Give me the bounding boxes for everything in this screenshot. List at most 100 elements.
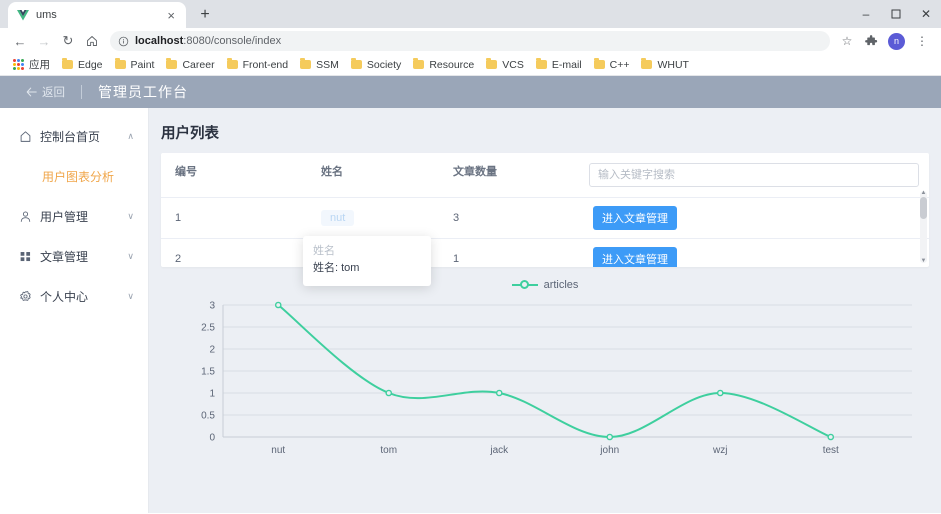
close-window-icon[interactable]: ✕ [911,0,941,28]
bookmarks-bar: 应用 Edge Paint Career Front-end SSM Socie… [0,54,941,76]
bookmark-resource[interactable]: Resource [408,57,479,73]
sidebar-item-label: 控制台首页 [40,129,101,144]
window-controls: – ✕ [851,0,941,28]
sidebar-item-label: 个人中心 [40,289,89,304]
cell-name: nut [307,197,439,239]
legend-marker-icon [511,280,538,290]
bookmark-label: Paint [130,58,155,71]
bookmark-apps[interactable]: 应用 [8,55,55,74]
main-content: 用户列表 编号 姓名 文章数量 输入关键字搜索 1 nut 3 进入文章管理 2… [148,108,941,513]
browser-tab[interactable]: ums × [8,2,186,28]
minimize-window-icon[interactable]: – [851,0,881,28]
chart-legend[interactable]: articles [161,275,929,295]
chart-point [495,389,503,397]
folder-icon [114,58,126,69]
chart-point [827,433,835,441]
folder-icon [62,58,73,69]
extensions-puzzle-icon[interactable] [860,30,882,52]
arrow-left-icon [26,87,37,97]
chart-tooltip: 姓名 姓名: tom [303,236,431,286]
folder-icon [593,58,605,69]
tab-strip: ums × + – ✕ [0,0,941,28]
page-title: 管理员工作台 [98,84,188,100]
home-icon [18,129,32,143]
sidebar-item-user-management[interactable]: 用户管理 ∨ [0,196,148,236]
bookmark-front-end[interactable]: Front-end [222,57,294,73]
bookmark-vcs[interactable]: VCS [481,57,529,73]
info-circle-icon [118,36,129,47]
bookmark-ssm[interactable]: SSM [295,57,344,73]
bookmark-society[interactable]: Society [346,57,406,73]
user-icon [18,209,32,223]
new-tab-button[interactable]: + [192,2,218,28]
close-tab-icon[interactable]: × [164,9,178,22]
sidebar-item-user-chart-analysis[interactable]: 用户图表分析 [0,156,148,196]
table-scrollbar[interactable]: ▲ ▼ [920,190,927,264]
profile-avatar[interactable]: n [888,32,905,50]
scroll-up-icon[interactable]: ▲ [920,190,927,196]
chart-point [385,389,393,397]
reload-icon[interactable]: ↻ [56,29,80,53]
bookmark-cpp[interactable]: C++ [589,57,635,73]
bookmark-label: Edge [78,58,103,71]
bookmark-label: Career [182,58,215,71]
tooltip-value: 姓名: tom [313,261,360,274]
folder-icon [486,58,498,69]
legend-label: articles [543,279,579,291]
browser-window: ums × + – ✕ ← → ↻ localhost :8080/consol… [0,0,941,514]
column-header-name[interactable]: 姓名 [307,153,439,198]
vue-logo-icon [16,9,29,22]
chart-svg: 0 0.5 1 1.5 2 2.5 3 nut tom jack john wzj test [201,301,912,456]
svg-text:0: 0 [209,433,215,444]
scroll-down-icon[interactable]: ▼ [920,258,927,264]
enter-article-management-button[interactable]: 进入文章管理 [593,206,677,230]
bookmark-paint[interactable]: Paint [110,57,160,73]
gear-icon [18,289,32,303]
bookmark-edge[interactable]: Edge [57,57,108,73]
scrollbar-thumb[interactable] [920,197,927,219]
bookmark-star-icon[interactable]: ☆ [836,30,858,52]
svg-text:wzj: wzj [712,445,727,456]
search-input[interactable] [589,163,919,187]
column-header-id[interactable]: 编号 [161,153,307,198]
home-icon[interactable] [80,29,104,53]
name-tag[interactable]: nut [321,210,355,226]
svg-text:0.5: 0.5 [201,411,215,422]
cell-count: 1 [439,238,579,267]
column-header-count[interactable]: 文章数量 [439,153,579,198]
enter-article-management-button[interactable]: 进入文章管理 [593,247,677,267]
chart-canvas: 0 0.5 1 1.5 2 2.5 3 nut tom jack john wzj test [161,293,929,465]
forward-icon[interactable]: → [32,29,56,53]
bookmark-label: 应用 [29,59,50,71]
sidebar-item-personal-center[interactable]: 个人中心 ∨ [0,276,148,316]
sidebar: 控制台首页 ∧ 用户图表分析 用户管理 ∨ 文章管理 ∨ 个人中心 ∨ [0,108,148,327]
bookmark-label: WHUT [657,58,689,71]
maximize-window-icon[interactable] [881,0,911,28]
svg-text:2: 2 [209,345,215,356]
back-button[interactable]: arrow-left-icon 返回 [26,84,65,100]
bookmark-label: Front-end [242,58,289,71]
bookmark-email[interactable]: E-mail [531,57,587,73]
bookmark-label: SSM [316,58,339,71]
browser-toolbar: ← → ↻ localhost :8080/console/index ☆ n … [0,28,941,54]
svg-text:john: john [599,445,619,456]
sidebar-item-article-management[interactable]: 文章管理 ∨ [0,236,148,276]
back-label: 返回 [42,87,65,99]
column-header-search [579,153,929,198]
browser-menu-icon[interactable]: ⋮ [911,30,933,52]
tooltip-title: 姓名 [313,245,335,257]
chart-point [716,389,724,397]
sidebar-item-dashboard[interactable]: 控制台首页 ∧ [0,116,148,156]
folder-icon [166,58,178,69]
bookmark-label: Society [366,58,402,71]
table-row[interactable]: 1 nut 3 进入文章管理 [161,197,929,239]
sidebar-item-label: 文章管理 [40,249,89,264]
table-row[interactable]: 2 tom 1 进入文章管理 [161,238,929,267]
back-icon[interactable]: ← [8,29,32,53]
svg-text:3: 3 [209,301,215,312]
sidebar-item-label: 用户管理 [40,209,89,224]
address-bar[interactable]: localhost :8080/console/index [110,31,830,51]
bookmark-career[interactable]: Career [161,57,219,73]
svg-text:1: 1 [209,389,215,400]
bookmark-whut[interactable]: WHUT [636,57,694,73]
